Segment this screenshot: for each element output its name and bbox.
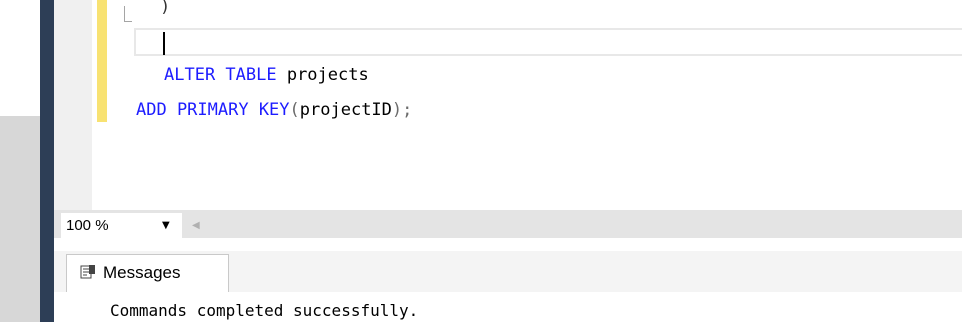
- keyword-add-primary-key: ADD PRIMARY KEY: [136, 100, 290, 120]
- code-line-alter-table[interactable]: ALTER TABLE projects: [164, 63, 369, 87]
- editor-status-bar: [54, 210, 962, 238]
- editor-gutter: [54, 0, 92, 210]
- code-closing-paren: ): [160, 0, 171, 17]
- identifier-projectid: projectID: [299, 100, 392, 120]
- current-line-highlight: [134, 28, 962, 56]
- keyword-alter-table: ALTER TABLE: [164, 65, 277, 85]
- chevron-down-icon[interactable]: ▼: [162, 216, 170, 236]
- paren-open: (: [289, 100, 300, 120]
- paren-close-semicolon: );: [391, 100, 413, 120]
- tab-messages-label: Messages: [103, 263, 181, 282]
- panel-scrollbar[interactable]: [0, 116, 40, 322]
- scroll-left-icon[interactable]: ◀: [192, 216, 200, 236]
- status-message: Commands completed successfully.: [110, 301, 419, 320]
- text-caret: [163, 32, 165, 55]
- identifier-projects: projects: [276, 65, 369, 85]
- messages-icon: [80, 265, 95, 279]
- outline-fold-line: [124, 6, 125, 22]
- code-line-add-primary-key[interactable]: ADD PRIMARY KEY(projectID);: [136, 98, 412, 122]
- zoom-value: 100 %: [66, 217, 109, 234]
- document-well-border: [40, 0, 54, 322]
- outline-fold-end: [124, 21, 132, 22]
- change-indicator-unsaved: [97, 58, 107, 122]
- change-indicator-saved: [97, 0, 107, 58]
